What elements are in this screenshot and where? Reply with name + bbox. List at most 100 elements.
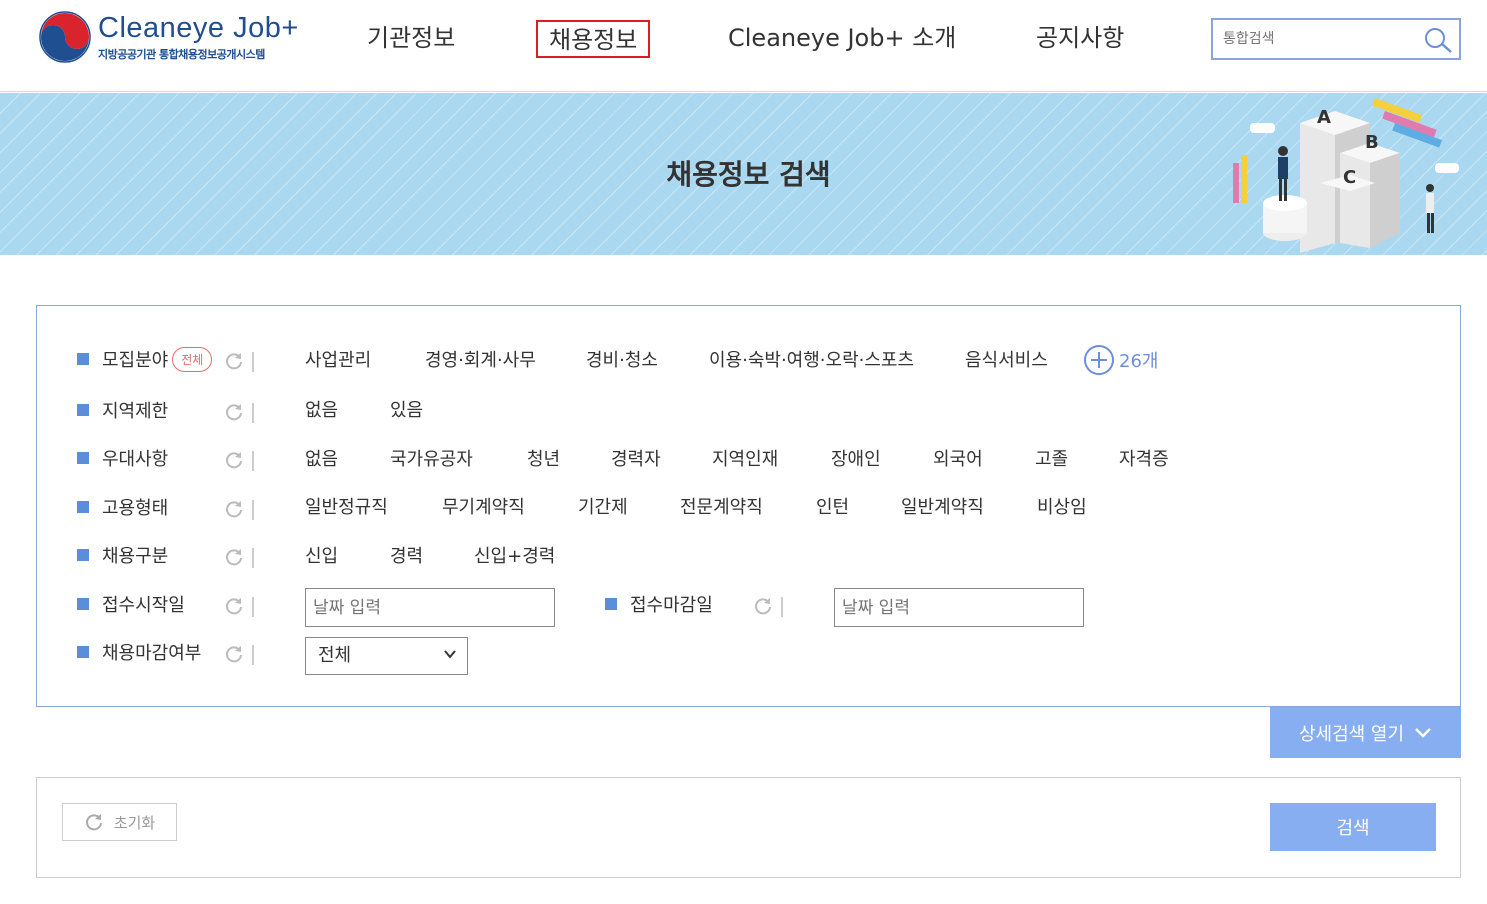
- filter-row-employment: 고용형태: [77, 492, 168, 522]
- option-preference[interactable]: 국가유공자: [390, 445, 473, 471]
- global-search: [1211, 18, 1461, 60]
- option-employment[interactable]: 비상임: [1037, 493, 1087, 519]
- divider: [252, 403, 254, 423]
- option-employment[interactable]: 무기계약직: [442, 493, 525, 519]
- bullet-icon: [77, 353, 89, 365]
- search-icon[interactable]: [1421, 24, 1457, 56]
- option-employment[interactable]: 일반정규직: [305, 493, 388, 519]
- start-date-input[interactable]: [305, 588, 555, 627]
- bullet-icon: [77, 646, 89, 658]
- nav-about[interactable]: Cleaneye Job+ 소개: [728, 20, 956, 58]
- filter-label: 모집분야: [102, 350, 169, 371]
- option-employment[interactable]: 기간제: [578, 493, 628, 519]
- option-preference[interactable]: 고졸: [1035, 445, 1068, 471]
- option-preference[interactable]: 없음: [305, 445, 338, 471]
- option-region[interactable]: 없음: [305, 396, 338, 422]
- site-logo[interactable]: Cleaneye Job+ 지방공공기관 통합채용정보공개시스템: [38, 10, 299, 64]
- filter-label: 지역제한: [102, 401, 169, 422]
- reset-field-icon[interactable]: [224, 351, 244, 371]
- option-field[interactable]: 경비·청소: [586, 346, 658, 372]
- option-field[interactable]: 경영·회계·사무: [425, 346, 536, 372]
- divider: [781, 597, 783, 617]
- filter-row-end-date: 접수마감일: [605, 589, 713, 619]
- svg-text:B: B: [1365, 132, 1379, 153]
- bullet-icon: [605, 598, 617, 610]
- divider: [252, 597, 254, 617]
- filter-row-start-date: 접수시작일: [77, 589, 185, 619]
- option-hiring[interactable]: 경력: [390, 542, 423, 568]
- option-preference[interactable]: 자격증: [1119, 445, 1169, 471]
- reset-icon: [85, 814, 102, 831]
- logo-subtitle: 지방공공기관 통합채용정보공개시스템: [98, 47, 265, 61]
- more-fields-button[interactable]: 26개: [1083, 344, 1158, 376]
- reset-employment-icon[interactable]: [224, 499, 244, 519]
- career-steps-illustration: A B C: [1233, 98, 1459, 253]
- page-banner: 채용정보 검색 A B C: [0, 93, 1487, 255]
- divider: [252, 352, 254, 372]
- select-value: 전체: [318, 645, 352, 666]
- bullet-icon: [77, 452, 89, 464]
- filter-row-closed: 채용마감여부: [77, 637, 201, 667]
- filter-label: 고용형태: [102, 498, 169, 519]
- filter-row-field: 모집분야 전체: [77, 344, 213, 374]
- divider: [252, 500, 254, 520]
- svg-text:A: A: [1317, 107, 1331, 128]
- all-badge[interactable]: 전체: [172, 346, 213, 372]
- option-employment[interactable]: 일반계약직: [901, 493, 984, 519]
- filter-label: 접수시작일: [102, 595, 185, 616]
- reset-button[interactable]: 초기화: [62, 803, 177, 841]
- filter-label: 우대사항: [102, 449, 169, 470]
- option-field[interactable]: 사업관리: [305, 346, 371, 372]
- action-bar: 초기화 검색: [36, 777, 1461, 878]
- bullet-icon: [77, 404, 89, 416]
- chevron-down-icon: [1415, 727, 1431, 738]
- option-hiring[interactable]: 신입+경력: [474, 542, 555, 568]
- filter-label: 채용마감여부: [102, 643, 202, 664]
- more-count: 26개: [1119, 351, 1159, 372]
- option-preference[interactable]: 지역인재: [712, 445, 778, 471]
- reset-region-icon[interactable]: [224, 402, 244, 422]
- filter-label: 채용구분: [102, 546, 169, 567]
- svg-text:C: C: [1343, 167, 1356, 188]
- option-preference[interactable]: 외국어: [933, 445, 983, 471]
- taegeuk-logo-icon: [39, 11, 91, 63]
- detail-search-toggle-button[interactable]: 상세검색 열기: [1270, 707, 1461, 758]
- nav-notice[interactable]: 공지사항: [1036, 20, 1124, 58]
- reset-closed-icon[interactable]: [224, 644, 244, 664]
- filter-label: 접수마감일: [630, 595, 713, 616]
- search-button[interactable]: 검색: [1270, 803, 1436, 851]
- option-field[interactable]: 음식서비스: [965, 346, 1048, 372]
- option-employment[interactable]: 인턴: [816, 493, 849, 519]
- search-filter-panel: 모집분야 전체 사업관리 경영·회계·사무 경비·청소 이용·숙박·여행·오락·…: [36, 305, 1461, 707]
- reset-hiring-icon[interactable]: [224, 547, 244, 567]
- option-preference[interactable]: 장애인: [831, 445, 881, 471]
- chevron-down-icon: [444, 650, 456, 659]
- detail-search-label: 상세검색 열기: [1298, 723, 1405, 745]
- reset-label: 초기화: [113, 813, 156, 832]
- divider: [252, 548, 254, 568]
- option-region[interactable]: 있음: [390, 396, 423, 422]
- bullet-icon: [77, 598, 89, 610]
- option-field[interactable]: 이용·숙박·여행·오락·스포츠: [709, 346, 914, 372]
- bullet-icon: [77, 549, 89, 561]
- option-preference[interactable]: 경력자: [611, 445, 661, 471]
- option-hiring[interactable]: 신입: [305, 542, 338, 568]
- reset-end-date-icon[interactable]: [753, 596, 773, 616]
- global-search-input[interactable]: [1213, 20, 1413, 58]
- reset-start-date-icon[interactable]: [224, 596, 244, 616]
- filter-row-preference: 우대사항: [77, 443, 168, 473]
- logo-title: Cleaneye Job+: [98, 11, 299, 44]
- plus-circle-icon: [1084, 345, 1114, 375]
- option-preference[interactable]: 청년: [527, 445, 560, 471]
- divider: [252, 645, 254, 665]
- filter-row-region: 지역제한: [77, 395, 168, 425]
- site-header: Cleaneye Job+ 지방공공기관 통합채용정보공개시스템 기관정보 채용…: [0, 0, 1487, 92]
- end-date-input[interactable]: [834, 588, 1084, 627]
- option-employment[interactable]: 전문계약직: [680, 493, 763, 519]
- nav-recruitment-info[interactable]: 채용정보: [536, 20, 651, 58]
- nav-institution-info[interactable]: 기관정보: [367, 20, 455, 58]
- closed-status-select[interactable]: 전체: [305, 637, 468, 675]
- divider: [252, 451, 254, 471]
- bullet-icon: [77, 501, 89, 513]
- reset-preference-icon[interactable]: [224, 450, 244, 470]
